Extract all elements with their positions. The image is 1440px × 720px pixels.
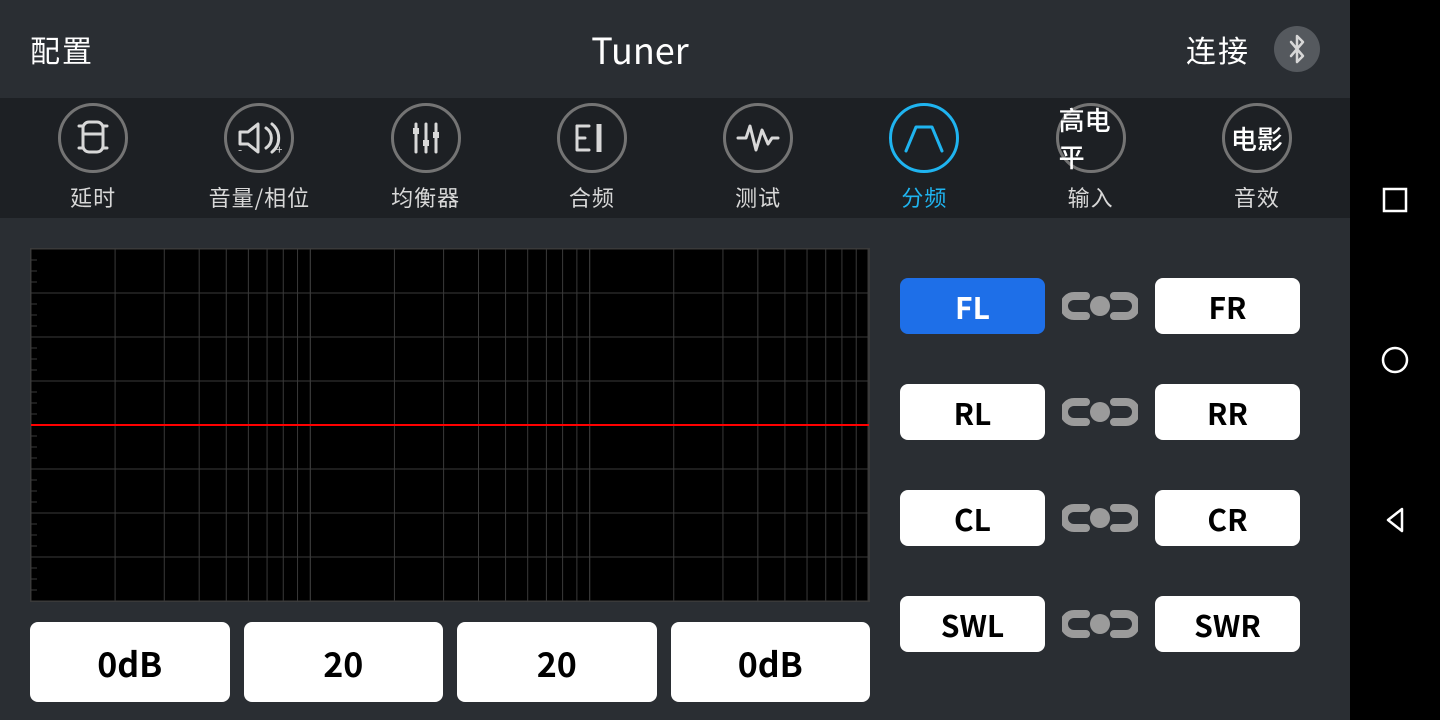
tab-3[interactable]: 合频 [517, 103, 667, 213]
param-slope-left[interactable]: 0dB [30, 622, 230, 702]
tab-label: 合频 [569, 181, 615, 213]
param-freq-left[interactable]: 20 [244, 622, 444, 702]
xover-icon [889, 103, 959, 173]
config-button[interactable]: 配置 [30, 27, 94, 71]
car-icon [58, 103, 128, 173]
page-title: Tuner [591, 23, 688, 75]
link-icon[interactable] [1055, 392, 1145, 432]
channel-CL[interactable]: CL [900, 490, 1045, 546]
link-icon[interactable] [1055, 604, 1145, 644]
channel-CR[interactable]: CR [1155, 490, 1300, 546]
channel-SWL[interactable]: SWL [900, 596, 1045, 652]
tab-7[interactable]: 电影音效 [1182, 103, 1332, 213]
channel-row-1: RL RR [900, 384, 1320, 440]
tab-label: 输入 [1068, 181, 1114, 213]
param-slope-right[interactable]: 0dB [671, 622, 871, 702]
tab-2[interactable]: 均衡器 [351, 103, 501, 213]
crossover-chart[interactable] [30, 248, 870, 602]
tab-label: 音效 [1234, 181, 1280, 213]
recent-apps-button[interactable] [1380, 185, 1410, 215]
channel-row-2: CL CR [900, 490, 1320, 546]
wave-icon [723, 103, 793, 173]
tab-1[interactable]: -+音量/相位 [184, 103, 334, 213]
tab-label: 分频 [901, 181, 947, 213]
tab-label: 测试 [735, 181, 781, 213]
tab-label: 均衡器 [391, 181, 460, 213]
channel-FR[interactable]: FR [1155, 278, 1300, 334]
channel-row-3: SWL SWR [900, 596, 1320, 652]
tab-0[interactable]: 延时 [18, 103, 168, 213]
param-freq-right[interactable]: 20 [457, 622, 657, 702]
channel-RR[interactable]: RR [1155, 384, 1300, 440]
channel-FL[interactable]: FL [900, 278, 1045, 334]
text-icon: 高电平 [1056, 103, 1126, 173]
svg-text:+: + [276, 141, 282, 158]
home-button[interactable] [1380, 345, 1410, 375]
merge-icon [557, 103, 627, 173]
tab-bar: 延时-+音量/相位均衡器合频测试分频高电平输入电影音效 [0, 98, 1350, 218]
eq-icon [391, 103, 461, 173]
header: 配置 Tuner 连接 [0, 0, 1350, 98]
channel-SWR[interactable]: SWR [1155, 596, 1300, 652]
svg-text:-: - [238, 141, 242, 158]
link-icon[interactable] [1055, 498, 1145, 538]
tab-6[interactable]: 高电平输入 [1016, 103, 1166, 213]
link-icon[interactable] [1055, 286, 1145, 326]
tab-label: 延时 [70, 181, 116, 213]
channel-RL[interactable]: RL [900, 384, 1045, 440]
volume-icon: -+ [224, 103, 294, 173]
tab-label: 音量/相位 [209, 181, 311, 213]
system-nav-bar [1350, 0, 1440, 720]
back-button[interactable] [1380, 505, 1410, 535]
tab-5[interactable]: 分频 [849, 103, 999, 213]
text-icon: 电影 [1222, 103, 1292, 173]
bluetooth-icon[interactable] [1274, 26, 1320, 72]
tab-4[interactable]: 测试 [683, 103, 833, 213]
connect-button[interactable]: 连接 [1186, 27, 1250, 71]
channel-row-0: FL FR [900, 278, 1320, 334]
